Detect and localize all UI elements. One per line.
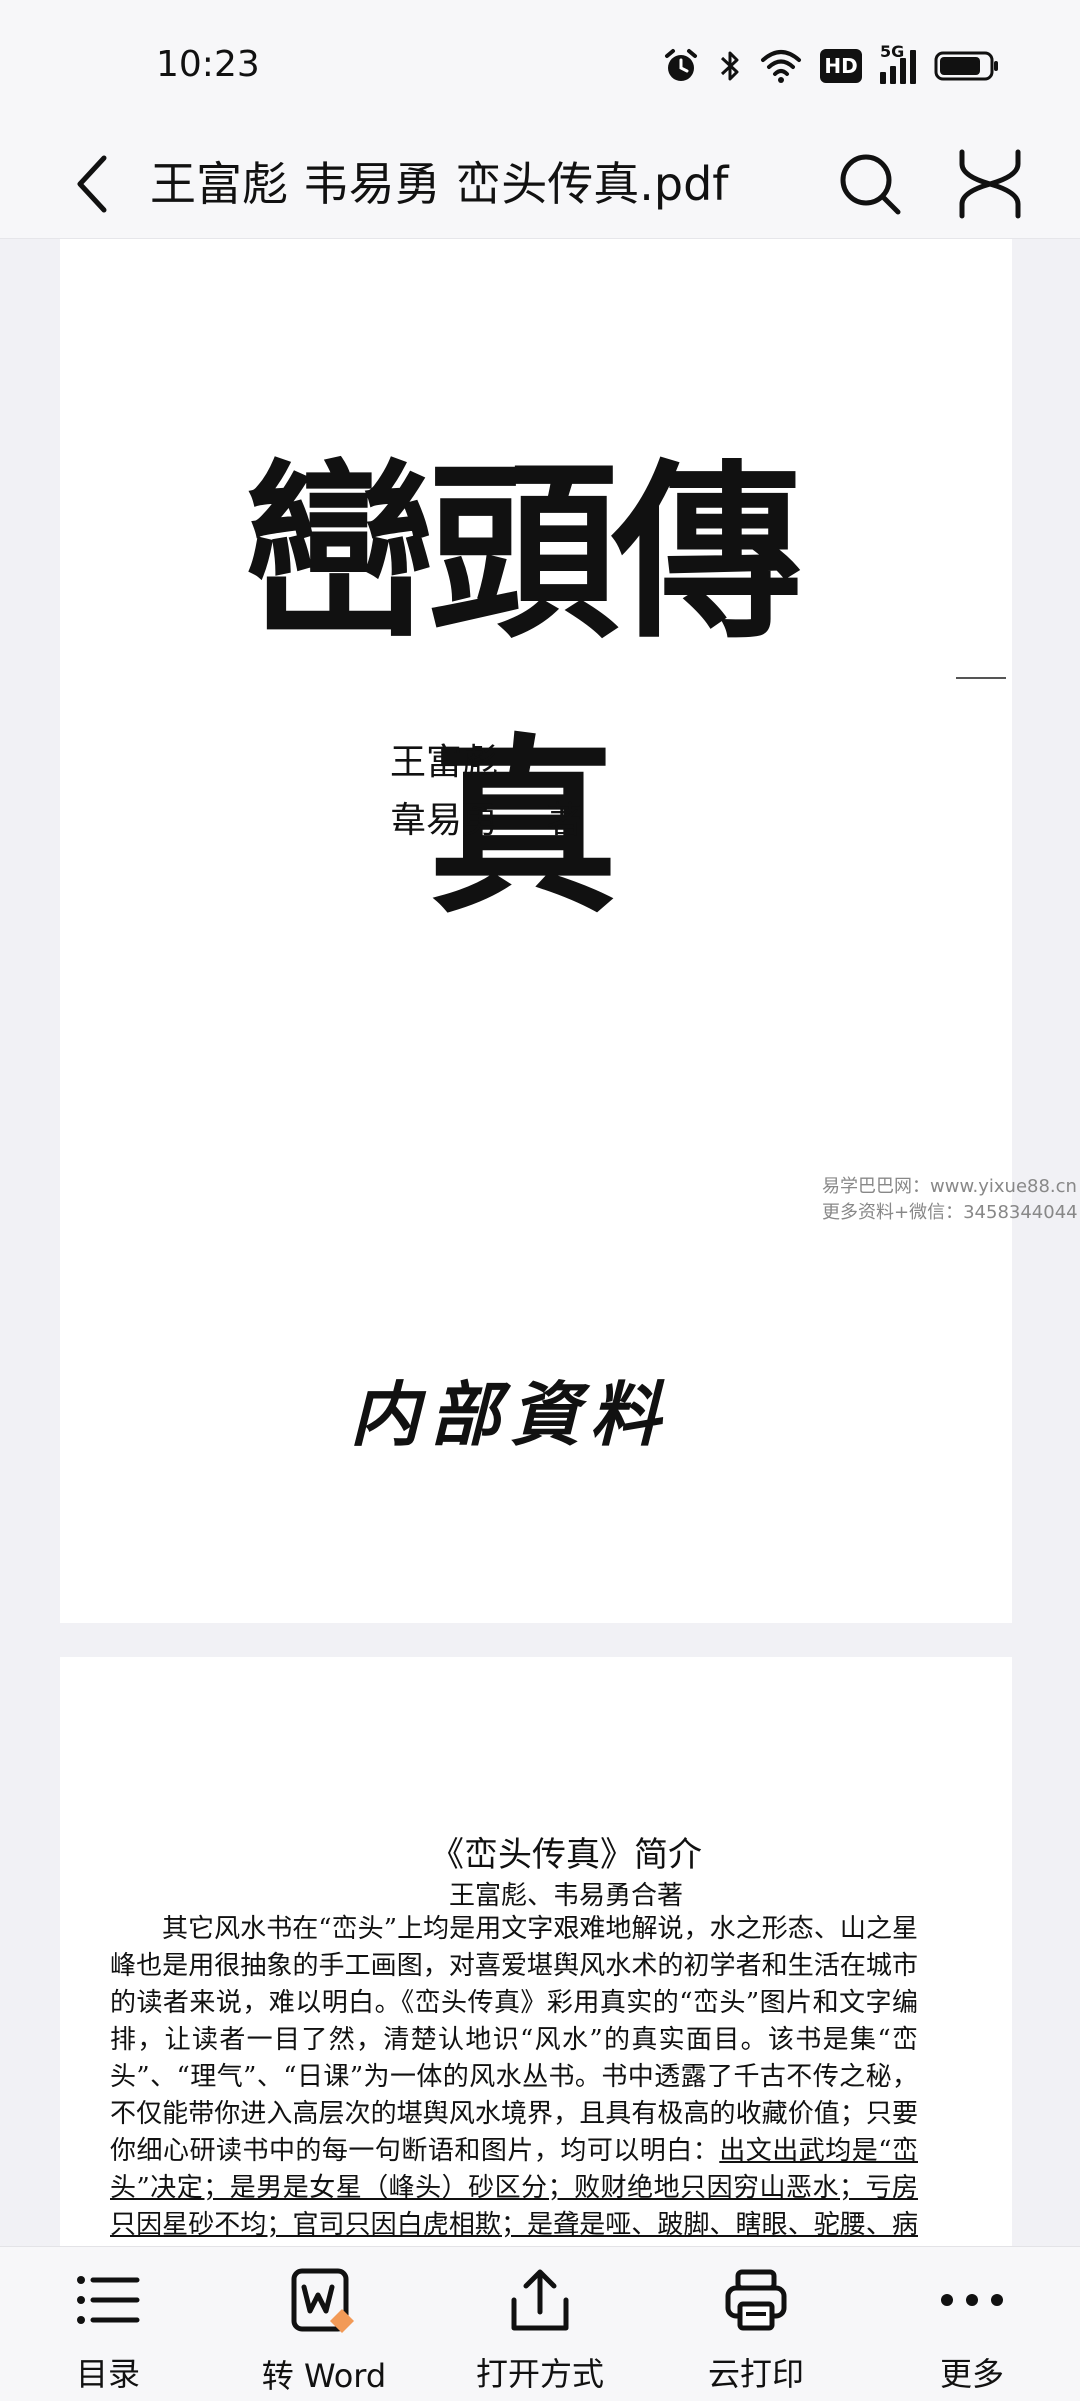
- toolbar-cloud-print-button[interactable]: 云打印: [676, 2265, 836, 2395]
- toolbar-more-button[interactable]: 更多: [892, 2265, 1052, 2395]
- app-bar: 王富彪 韦易勇 峦头传真.pdf: [0, 130, 1080, 239]
- alarm-icon: [665, 49, 697, 81]
- cover-title: 巒頭傳真: [243, 441, 802, 939]
- share-icon: [511, 2269, 569, 2331]
- battery-icon: [934, 51, 998, 81]
- printer-icon: [725, 2269, 787, 2331]
- intro-body-text: 其它风水书在“峦头”上均是用文字艰难地解说，水之形态、山之星峰也是用很抽象的手工…: [110, 1914, 918, 2166]
- convert-word-icon: [291, 2268, 354, 2333]
- cover-author-role: 著: [546, 800, 583, 841]
- watermark: 易学巴巴网：www.yixue88.cn 更多资料+微信：3458344044: [822, 1174, 1078, 1226]
- watermark-line-2: 更多资料+微信：3458344044: [822, 1202, 1078, 1223]
- intro-byline: 王富彪、韦易勇合著: [448, 1881, 683, 1911]
- cellular-signal-icon: 5G: [880, 42, 916, 84]
- toolbar-convert-word-button[interactable]: 转 Word: [244, 2265, 404, 2395]
- wifi-icon: [761, 50, 801, 83]
- toolbar-cloud-print-label: 云打印: [707, 2355, 804, 2393]
- exit-icon: [959, 149, 1021, 219]
- toolbar-contents-label: 目录: [75, 2355, 140, 2393]
- toolbar-open-with-button[interactable]: 打开方式: [460, 2265, 620, 2395]
- watermark-line-1: 易学巴巴网：www.yixue88.cn: [822, 1176, 1077, 1197]
- status-time: 10:23: [156, 44, 260, 85]
- cover-internal-label: 内部資料: [350, 1373, 670, 1456]
- pdf-page-cover: 巒頭傳真 王富彪 韋易勇 著 内部資料: [60, 239, 1012, 1623]
- cover-author-1: 王富彪: [390, 742, 499, 783]
- cover-authors: 王富彪 韋易勇 著: [390, 734, 582, 850]
- document-title: 王富彪 韦易勇 峦头传真.pdf: [150, 157, 729, 211]
- network-type-label: 5G: [880, 42, 905, 61]
- bottom-toolbar: 目录 转 Word 打开方式 云打印 更多: [0, 2246, 1080, 2401]
- toolbar-more-label: 更多: [939, 2355, 1004, 2393]
- back-button[interactable]: [60, 144, 124, 224]
- list-icon: [77, 2276, 140, 2324]
- intro-body: 其它风水书在“峦头”上均是用文字艰难地解说，水之形态、山之星峰也是用很抽象的手工…: [110, 1911, 918, 2246]
- toolbar-convert-word-label: 转 Word: [261, 2357, 387, 2395]
- status-icons: HD 5G: [662, 42, 1000, 88]
- hd-badge: HD: [820, 49, 862, 83]
- page-mark: [956, 677, 1006, 679]
- cover-author-2: 韋易勇: [390, 800, 499, 841]
- back-arrow-icon: [77, 155, 107, 213]
- intro-heading: 《峦头传真》简介: [430, 1835, 702, 1875]
- pdf-viewer[interactable]: 巒頭傳真 王富彪 韋易勇 著 内部資料 易学巴巴网：www.yixue88.cn …: [0, 239, 1080, 2246]
- toolbar-contents-button[interactable]: 目录: [28, 2265, 188, 2395]
- exit-reader-button[interactable]: [954, 146, 1026, 222]
- more-icon: [941, 2294, 1003, 2306]
- pdf-page-intro: 《峦头传真》简介 王富彪、韦易勇合著 其它风水书在“峦头”上均是用文字艰难地解说…: [60, 1657, 1012, 2246]
- status-bar: 10:23 HD 5G: [0, 0, 1080, 130]
- search-button[interactable]: [836, 150, 904, 218]
- toolbar-open-with-label: 打开方式: [475, 2355, 604, 2393]
- search-icon: [840, 154, 901, 215]
- bluetooth-icon: [720, 51, 739, 81]
